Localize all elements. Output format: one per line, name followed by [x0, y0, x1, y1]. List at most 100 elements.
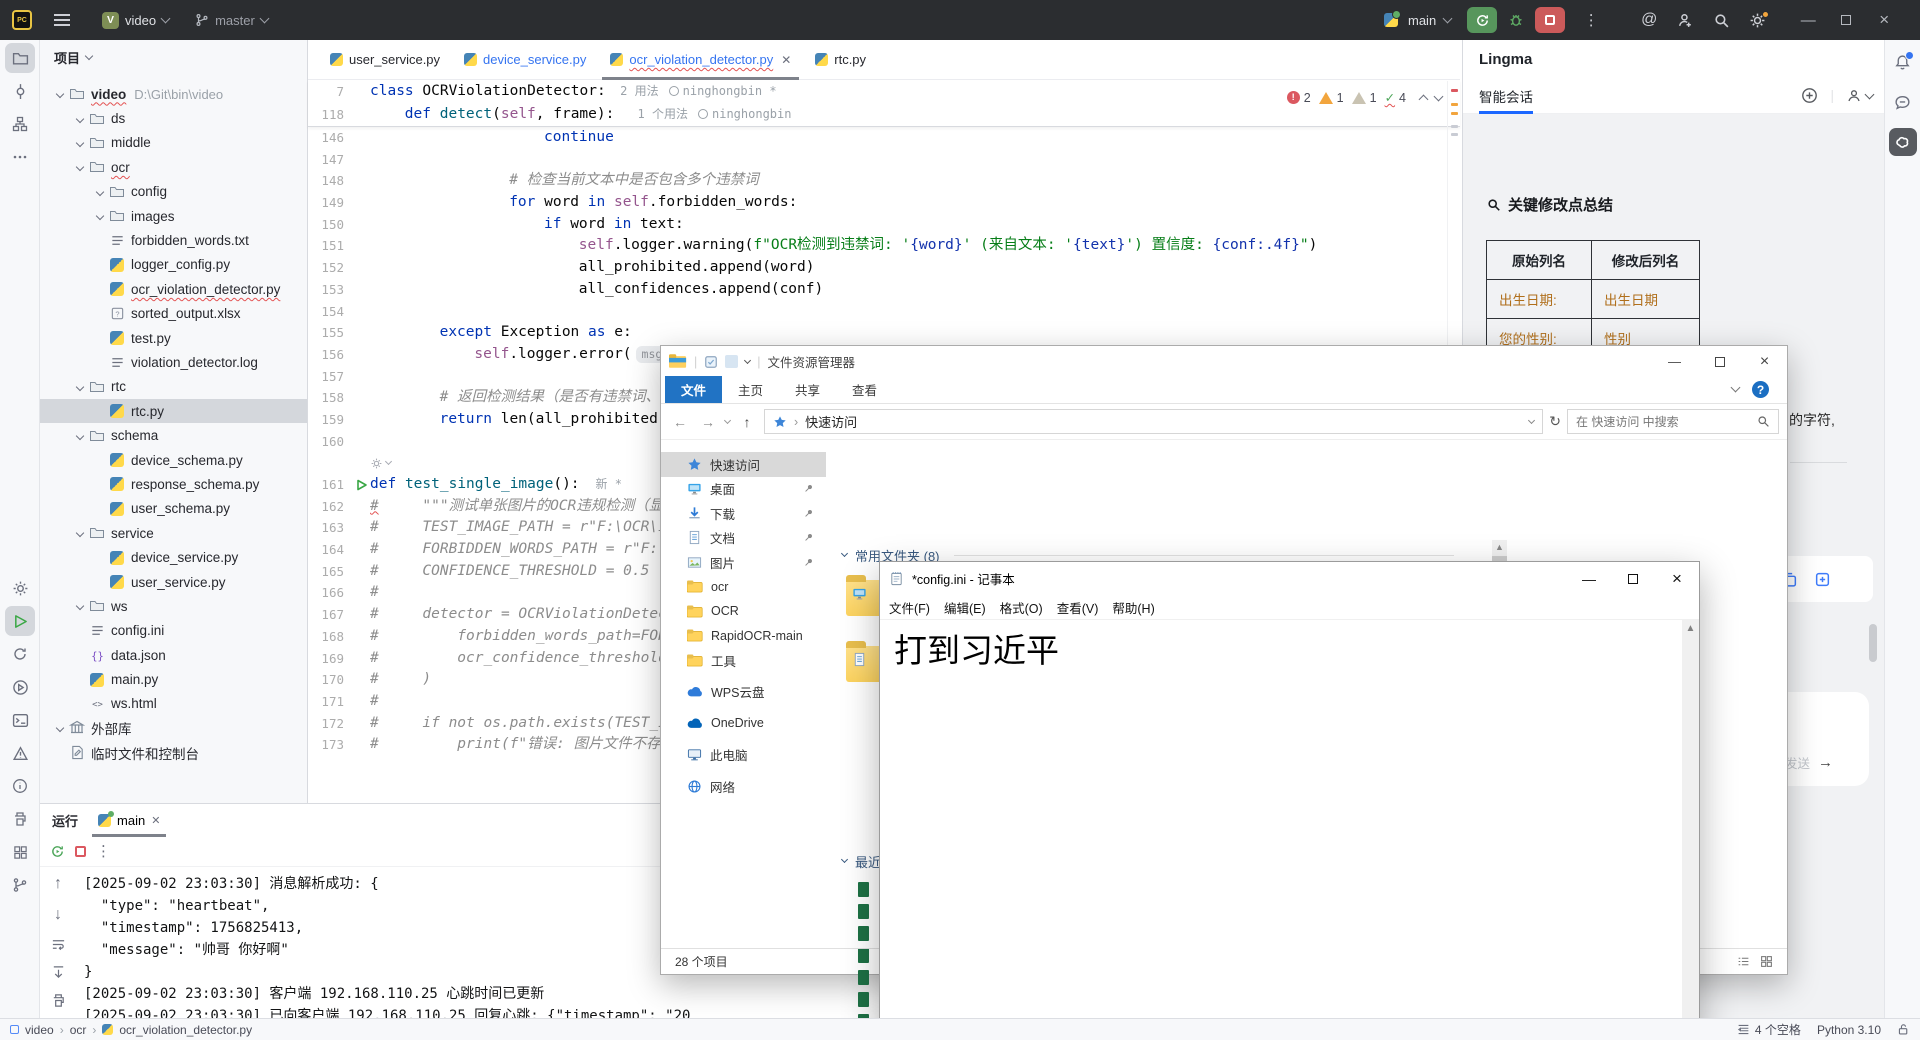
tool-stripe-button[interactable]: [5, 639, 35, 669]
refresh-icon[interactable]: ↻: [1549, 413, 1561, 430]
section-header-recent[interactable]: 最近: [842, 852, 881, 871]
send-icon[interactable]: →: [1818, 754, 1833, 771]
rerun-icon[interactable]: [50, 844, 65, 859]
ribbon-tab-file[interactable]: 文件: [665, 376, 722, 403]
settings-gear-icon[interactable]: [1741, 6, 1773, 34]
tree-item[interactable]: <> ws.html: [40, 692, 307, 716]
thumbnail-view-icon[interactable]: [1760, 955, 1773, 968]
tree-chevron-icon[interactable]: [52, 722, 68, 734]
tree-chevron-icon[interactable]: [92, 210, 108, 222]
run-test-gutter-icon[interactable]: [356, 479, 368, 491]
debug-button[interactable]: [1501, 7, 1531, 33]
tool-stripe-button[interactable]: [5, 804, 35, 834]
nav-item[interactable]: 文档: [661, 526, 826, 551]
tree-chevron-icon[interactable]: [72, 600, 88, 612]
menu-item[interactable]: 帮助(H): [1105, 598, 1161, 617]
tool-stripe-button[interactable]: [5, 606, 35, 636]
tree-chevron-icon[interactable]: [72, 430, 88, 442]
tree-item[interactable]: {} data.json: [40, 643, 307, 667]
tool-stripe-button[interactable]: [5, 771, 35, 801]
tree-item[interactable]: forbidden_words.txt: [40, 228, 307, 252]
stop-icon[interactable]: [75, 846, 86, 857]
code-line[interactable]: 155 except Exception as e:: [308, 322, 1460, 344]
tree-item[interactable]: test.py: [40, 326, 307, 350]
interpreter-status[interactable]: Python 3.10: [1817, 1023, 1881, 1037]
next-problem-icon[interactable]: [1434, 91, 1444, 101]
minimize-window-icon[interactable]: —: [1791, 0, 1825, 40]
help-icon[interactable]: ?: [1752, 381, 1769, 398]
tree-chevron-icon[interactable]: [72, 137, 88, 149]
address-dropdown-icon[interactable]: [1528, 416, 1535, 423]
tool-stripe-button[interactable]: [5, 705, 35, 735]
tree-item[interactable]: device_schema.py: [40, 448, 307, 472]
tool-stripe-button[interactable]: [5, 76, 35, 106]
code-line[interactable]: 149 for word in self.forbidden_words:: [308, 192, 1460, 214]
ribbon-tab-share[interactable]: 共享: [779, 376, 836, 403]
list-view-icon[interactable]: [1737, 955, 1750, 968]
ribbon-tab-home[interactable]: 主页: [722, 376, 779, 403]
tree-item[interactable]: config.ini: [40, 619, 307, 643]
run-tab-main[interactable]: main ✕: [92, 804, 166, 837]
tree-item[interactable]: images: [40, 204, 307, 228]
lingma-tab-chat[interactable]: 智能会话: [1479, 78, 1533, 114]
lingma-chat-icon[interactable]: [1889, 88, 1917, 116]
tree-chevron-icon[interactable]: [72, 161, 88, 173]
tree-item[interactable]: rtc: [40, 375, 307, 399]
tree-item[interactable]: logger_config.py: [40, 253, 307, 277]
explorer-maximize-icon[interactable]: [1697, 346, 1742, 377]
section-chevron-icon[interactable]: [841, 550, 848, 557]
indent-status[interactable]: 4 个空格: [1737, 1021, 1801, 1038]
lock-icon[interactable]: [1897, 1023, 1910, 1036]
tool-stripe-button[interactable]: [5, 672, 35, 702]
tree-item[interactable]: ? sorted_output.xlsx: [40, 302, 307, 326]
tree-item[interactable]: violation_detector.log: [40, 350, 307, 374]
breadcrumb-file[interactable]: ocr_violation_detector.py: [119, 1023, 252, 1037]
tree-item[interactable]: 临时文件和控制台: [40, 741, 307, 765]
nav-item[interactable]: 工具: [661, 648, 826, 673]
notepad-maximize-icon[interactable]: [1611, 562, 1655, 595]
explorer-title-bar[interactable]: | | 文件资源管理器 — ×: [661, 346, 1787, 377]
lingma-scrollbar[interactable]: [1869, 624, 1877, 662]
branch-widget[interactable]: master: [187, 6, 276, 34]
ribbon-tab-view[interactable]: 查看: [836, 376, 893, 403]
tree-item[interactable]: ws: [40, 594, 307, 618]
more-actions-icon[interactable]: ⋮: [1575, 6, 1607, 34]
breadcrumb[interactable]: video › ocr › ocr_violation_detector.py: [10, 1023, 252, 1037]
ribbon-collapse-icon[interactable]: [1731, 383, 1741, 393]
tree-item[interactable]: user_schema.py: [40, 497, 307, 521]
account-menu[interactable]: [1846, 88, 1873, 104]
tree-item[interactable]: ds: [40, 106, 307, 130]
tree-item[interactable]: middle: [40, 131, 307, 155]
tree-item[interactable]: schema: [40, 423, 307, 447]
tree-item[interactable]: 外部库: [40, 716, 307, 740]
soft-wrap-icon[interactable]: [51, 937, 66, 952]
menu-item[interactable]: 查看(V): [1050, 598, 1106, 617]
main-menu-button[interactable]: [46, 6, 78, 34]
stop-button[interactable]: [1535, 7, 1565, 33]
notepad-close-icon[interactable]: ×: [1655, 562, 1699, 595]
breadcrumb-item[interactable]: ocr: [70, 1023, 87, 1037]
code-line[interactable]: 148 # 检查当前文本中是否包含多个违禁词: [308, 170, 1460, 192]
explorer-minimize-icon[interactable]: —: [1652, 346, 1697, 377]
tree-item[interactable]: rtc.py: [40, 399, 307, 423]
code-line[interactable]: 151 self.logger.warning(f"OCR检测到违禁词: '{w…: [308, 235, 1460, 257]
nav-item[interactable]: WPS云盘: [661, 680, 826, 705]
insert-code-icon[interactable]: [1814, 571, 1831, 588]
address-box[interactable]: › 快速访问: [764, 409, 1543, 434]
tree-item[interactable]: config: [40, 180, 307, 204]
tree-item[interactable]: response_schema.py: [40, 472, 307, 496]
print-icon[interactable]: [51, 993, 66, 1008]
notepad-text-area[interactable]: 打到习近平 ▲: [880, 620, 1699, 1040]
editor-tab[interactable]: ocr_violation_detector.py ✕: [598, 40, 803, 80]
code-line[interactable]: 152 all_prohibited.append(word): [308, 257, 1460, 279]
notepad-window[interactable]: *config.ini - 记事本 — × 文件(F)编辑(E)格式(O)查看(…: [879, 561, 1700, 1040]
close-window-icon[interactable]: ×: [1867, 0, 1901, 40]
tree-chevron-icon[interactable]: [72, 381, 88, 393]
nav-item[interactable]: 桌面: [661, 477, 826, 502]
code-line[interactable]: 147: [308, 149, 1460, 171]
close-run-tab-icon[interactable]: ✕: [151, 814, 160, 827]
tree-item[interactable]: user_service.py: [40, 570, 307, 594]
rerun-button[interactable]: [1467, 7, 1497, 33]
notifications-bell-icon[interactable]: [1889, 48, 1917, 76]
forward-icon[interactable]: →: [697, 414, 719, 430]
